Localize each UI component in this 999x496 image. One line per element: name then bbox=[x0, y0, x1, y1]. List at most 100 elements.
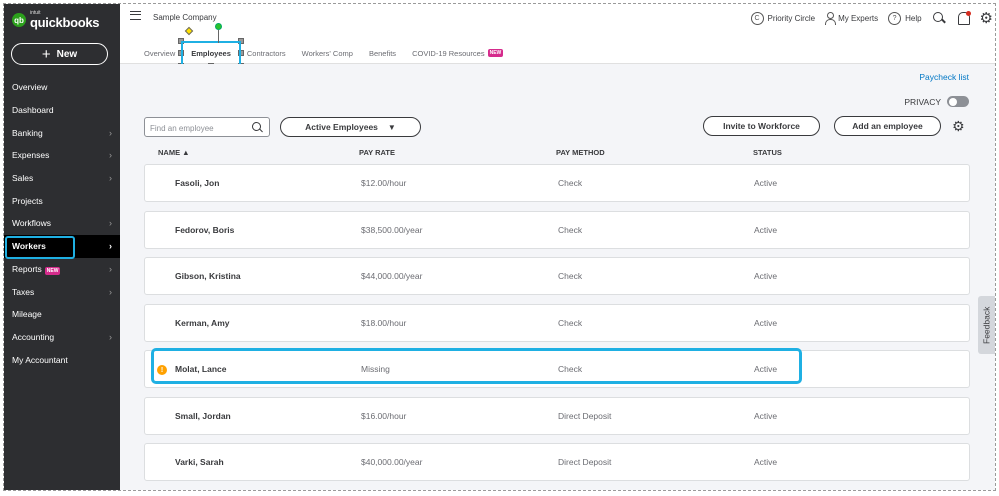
table-settings-gear-icon[interactable]: ⚙ bbox=[952, 118, 965, 135]
pay-rate: Missing bbox=[361, 364, 390, 374]
invite-to-workforce-button[interactable]: Invite to Workforce bbox=[703, 116, 820, 136]
annotation-connector bbox=[218, 30, 219, 43]
sidebar-item-label: Workflows bbox=[12, 218, 52, 229]
sidebar-item-taxes[interactable]: Taxes › bbox=[4, 280, 120, 303]
my-experts-label: My Experts bbox=[838, 13, 879, 23]
chevron-right-icon: › bbox=[109, 173, 112, 184]
tab-covid-resources[interactable]: COVID-19 Resources NEW bbox=[404, 44, 511, 62]
pay-method: Check bbox=[558, 364, 583, 374]
sidebar-item-sales[interactable]: Sales › bbox=[4, 167, 120, 190]
employee-name[interactable]: Kerman, Amy bbox=[175, 305, 229, 341]
table-row[interactable]: Fasoli, Jon $12.00/hour Check Active bbox=[144, 164, 970, 202]
paycheck-list-link[interactable]: Paycheck list bbox=[919, 72, 969, 82]
sidebar-item-projects[interactable]: Projects bbox=[4, 189, 120, 212]
table-row[interactable]: Small, Jordan $16.00/hour Direct Deposit… bbox=[144, 396, 970, 435]
tab-label: Benefits bbox=[368, 48, 397, 58]
employee-name[interactable]: Gibson, Kristina bbox=[175, 258, 241, 294]
notification-bell-icon[interactable] bbox=[956, 11, 971, 25]
tab-employees[interactable]: Employees bbox=[178, 38, 244, 69]
sidebar-item-workflows[interactable]: Workflows › bbox=[4, 212, 120, 235]
priority-circle-link[interactable]: C Priority Circle bbox=[750, 11, 815, 25]
sidebar-item-label: Mileage bbox=[12, 309, 42, 320]
column-header-pay-method[interactable]: PAY METHOD bbox=[556, 148, 605, 157]
new-button-label: New bbox=[56, 48, 78, 60]
table-row[interactable]: Varki, Sarah $40,000.00/year Direct Depo… bbox=[144, 443, 970, 481]
employee-name[interactable]: Varki, Sarah bbox=[175, 444, 224, 480]
pay-method: Check bbox=[558, 178, 583, 188]
header-actions: C Priority Circle My Experts ? Help ⚙ bbox=[750, 9, 995, 27]
table-header: NAME ▲ PAY RATE PAY METHOD STATUS bbox=[144, 148, 970, 162]
logo-name-text: quickbooks bbox=[30, 15, 100, 30]
help-icon: ? bbox=[888, 11, 902, 25]
pay-rate: $38,500.00/year bbox=[361, 224, 423, 235]
table-row[interactable]: ! Molat, Lance Missing Check Active bbox=[144, 348, 970, 388]
app-window: qb intuit quickbooks + New Overview Dash… bbox=[3, 3, 996, 491]
company-name: Sample Company bbox=[153, 13, 217, 22]
tab-overview[interactable]: Overview bbox=[136, 44, 183, 62]
tab-benefits[interactable]: Benefits bbox=[361, 44, 404, 62]
privacy-toggle[interactable] bbox=[947, 96, 969, 107]
gear-icon[interactable]: ⚙ bbox=[980, 9, 993, 27]
sidebar-item-dashboard[interactable]: Dashboard bbox=[4, 99, 120, 122]
search-icon[interactable] bbox=[932, 11, 946, 25]
employee-name[interactable]: Fasoli, Jon bbox=[175, 165, 219, 201]
sidebar-item-accounting[interactable]: Accounting › bbox=[4, 326, 120, 349]
tab-label: Overview bbox=[144, 48, 176, 58]
selection-handle-icon bbox=[178, 38, 185, 44]
column-header-name[interactable]: NAME ▲ bbox=[158, 148, 190, 157]
table-row[interactable]: Fedorov, Boris $38,500.00/year Check Act… bbox=[144, 210, 970, 249]
tab-workers-comp[interactable]: Workers' Comp bbox=[294, 44, 361, 62]
pay-rate: $44,000.00/year bbox=[361, 271, 423, 281]
sidebar-item-banking[interactable]: Banking › bbox=[4, 121, 120, 144]
employee-name[interactable]: Fedorov, Boris bbox=[175, 212, 234, 248]
add-employee-button[interactable]: Add an employee bbox=[834, 116, 941, 136]
tab-label: Workers' Comp bbox=[301, 48, 353, 58]
priority-circle-icon: C bbox=[750, 11, 764, 25]
row-highlight-annotation bbox=[151, 348, 802, 384]
privacy-toggle-group: PRIVACY bbox=[904, 96, 969, 107]
pay-rate: $18.00/hour bbox=[361, 317, 407, 328]
warning-icon: ! bbox=[157, 365, 167, 375]
hamburger-menu-icon[interactable] bbox=[130, 11, 141, 20]
pay-rate: $40,000.00/year bbox=[361, 457, 423, 467]
person-icon bbox=[825, 11, 837, 25]
status: Active bbox=[754, 178, 778, 188]
sidebar-item-label: Reports bbox=[12, 263, 42, 274]
sidebar-item-expenses[interactable]: Expenses › bbox=[4, 144, 120, 167]
my-experts-link[interactable]: My Experts bbox=[825, 11, 879, 25]
sidebar-item-workers[interactable]: Workers › bbox=[4, 234, 120, 259]
feedback-tab[interactable]: Feedback bbox=[978, 296, 995, 354]
sidebar-item-label: Dashboard bbox=[12, 105, 54, 116]
help-link[interactable]: ? Help bbox=[888, 11, 922, 25]
new-button[interactable]: + New bbox=[11, 43, 108, 65]
sidebar-item-label: My Accountant bbox=[12, 354, 68, 365]
table-row[interactable]: Kerman, Amy $18.00/hour Check Active bbox=[144, 303, 970, 342]
column-header-pay-rate[interactable]: PAY RATE bbox=[359, 148, 395, 157]
search-icon[interactable] bbox=[251, 121, 264, 134]
column-header-status[interactable]: STATUS bbox=[753, 148, 782, 157]
search-input[interactable] bbox=[145, 119, 245, 138]
pay-rate: $12.00/hour bbox=[361, 178, 407, 188]
sidebar-item-reports[interactable]: Reports NEW › bbox=[4, 258, 120, 281]
sidebar-item-label: Overview bbox=[12, 82, 48, 93]
employee-name[interactable]: Molat, Lance bbox=[175, 351, 226, 387]
status: Active bbox=[754, 364, 778, 374]
tab-contractors[interactable]: Contractors bbox=[239, 44, 294, 62]
top-header: Sample Company C Priority Circle My Expe… bbox=[120, 4, 995, 69]
quickbooks-logo[interactable]: qb intuit quickbooks bbox=[12, 11, 100, 30]
pay-method: Check bbox=[558, 271, 583, 281]
status: Active bbox=[754, 271, 778, 281]
selection-handle-icon bbox=[237, 38, 244, 44]
employee-status-filter[interactable]: Active Employees ▼ bbox=[280, 117, 421, 137]
sidebar-item-label: Banking bbox=[12, 127, 43, 138]
tab-label: Employees bbox=[191, 48, 231, 58]
table-row[interactable]: Gibson, Kristina $44,000.00/year Check A… bbox=[144, 257, 970, 295]
sidebar-item-overview[interactable]: Overview bbox=[4, 76, 120, 99]
sidebar: qb intuit quickbooks + New Overview Dash… bbox=[4, 4, 120, 490]
sidebar-item-mileage[interactable]: Mileage bbox=[4, 303, 120, 326]
sidebar-item-my-accountant[interactable]: My Accountant bbox=[4, 348, 120, 371]
chevron-right-icon: › bbox=[109, 286, 112, 297]
employee-name[interactable]: Small, Jordan bbox=[175, 398, 231, 434]
new-badge: NEW bbox=[487, 49, 504, 57]
filter-value: Active Employees bbox=[305, 122, 378, 132]
